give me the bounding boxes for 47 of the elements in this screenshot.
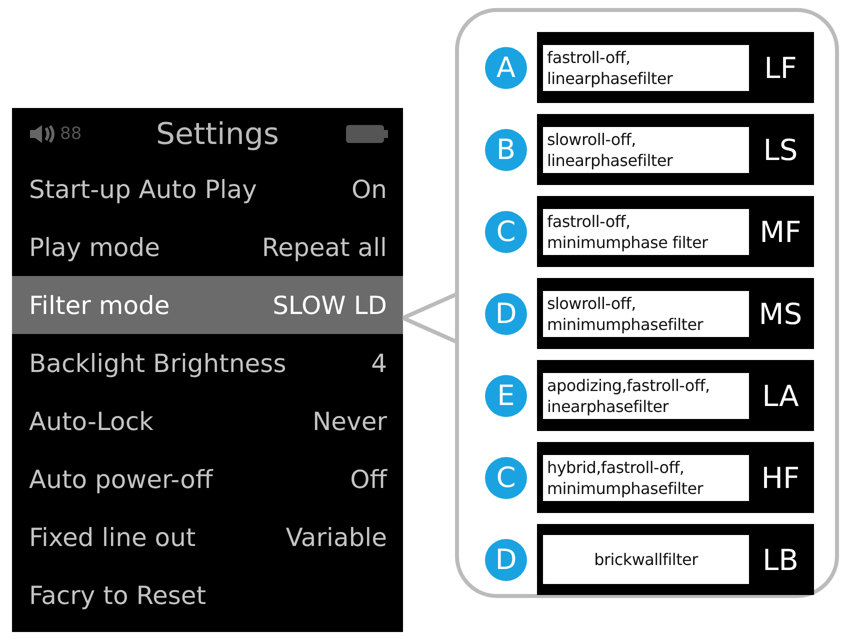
filter-code: HF [760,460,801,494]
setting-label: Filter mode [29,290,170,320]
setting-label: Play mode [29,232,160,262]
filter-description: fastroll-off, minimumphase filter [543,208,749,254]
filter-description: fastroll-off, linearphasefilter [543,44,749,90]
letter-badge: A [485,46,527,88]
filter-code: MF [758,214,802,248]
setting-label: Auto power-off [29,464,213,494]
setting-label: Start-up Auto Play [29,174,257,204]
filter-description: apodizing,fastroll-off, inearphasefilter [543,372,749,418]
battery-icon [345,124,389,144]
setting-value: 4 [371,348,387,378]
setting-label: Fixed line out [29,522,196,552]
setting-value: On [351,174,387,204]
filter-code: LS [762,132,799,166]
volume-level: 88 [60,124,82,144]
setting-value: SLOW LD [272,290,387,320]
settings-row[interactable]: Auto power-off Off [12,450,403,508]
filter-description: slowroll-off, minimumphasefilter [543,290,749,336]
letter-badge: E [485,374,527,416]
letter-badge: D [485,538,527,580]
filter-description: hybrid,fastroll-off, minimumphasefilter [543,454,749,500]
setting-value: Never [312,406,387,436]
letter-badge: D [485,292,527,334]
settings-row[interactable]: Facry to Reset [12,566,403,624]
filter-description: slowroll-off, linearphasefilter [543,126,749,172]
filter-code: LF [763,50,798,84]
settings-row[interactable]: Backlight Brightness 4 [12,334,403,392]
letter-badge: B [485,128,527,170]
setting-value: Off [350,464,387,494]
setting-value: Variable [286,522,387,552]
filter-code: LB [761,542,800,576]
screen-title: Settings [155,116,280,152]
filter-code: MS [758,296,804,330]
setting-value: Repeat all [262,232,387,262]
settings-row[interactable]: Play mode Repeat all [12,218,403,276]
filter-code: LA [761,378,800,412]
settings-row[interactable]: Start-up Auto Play On [12,160,403,218]
settings-row[interactable]: Auto-Lock Never [12,392,403,450]
letter-badge: C [485,210,527,252]
settings-row[interactable]: Filter mode SLOW LD [12,276,403,334]
filter-description: brickwallfilter [543,535,749,584]
setting-label: Auto-Lock [29,406,154,436]
setting-label: Facry to Reset [29,580,206,610]
letter-badge: C [485,456,527,498]
setting-label: Backlight Brightness [29,348,286,378]
settings-row[interactable]: Fixed line out Variable [12,508,403,566]
